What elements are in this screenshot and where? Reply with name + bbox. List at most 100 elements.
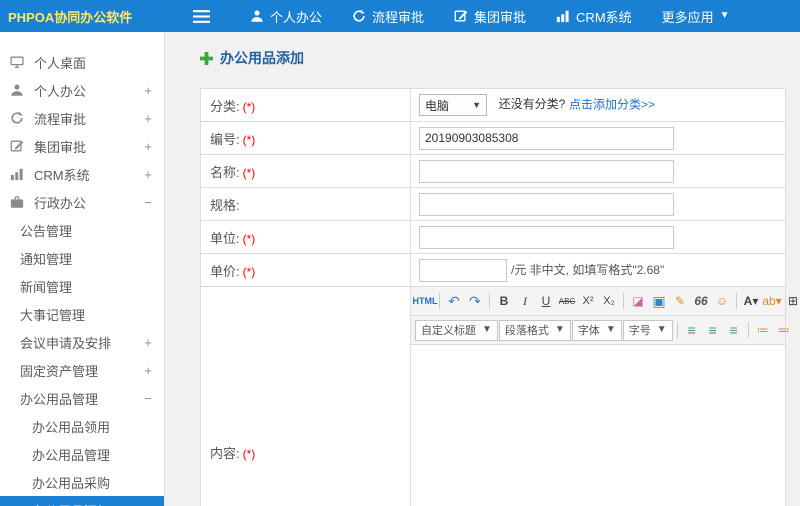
content-value-cell: HTML ↶ ↷ B I U ABC X² X₂ ◪ ▣ ✎ 66 ☺ A▾ a… [410,286,798,506]
spec-value-cell [410,187,786,221]
emoticon-icon[interactable]: ☺ [712,291,732,312]
sidebar-item-fixed-assets-mgmt[interactable]: 固定资产管理 + [0,356,164,384]
required-mark: (*) [242,446,256,461]
format-painter-icon[interactable]: ✎ [670,291,690,312]
hamburger-icon [193,9,210,23]
number-label-cell: 编号: (*) [200,121,411,155]
sidebar-item-office-supplies-mgmt[interactable]: 办公用品管理 − [0,384,164,412]
align-left-icon[interactable]: ≡ [682,320,702,341]
form-row-content: 内容: (*) HTML ↶ ↷ B I U ABC X² X₂ ◪ ▣ ✎ 6… [200,286,798,506]
nav-workflow-approval[interactable]: 流程审批 [352,7,424,26]
flow-icon [10,111,25,125]
price-label-cell: 单价: (*) [200,253,411,287]
spec-label-cell: 规格: [200,187,411,221]
align-right-icon[interactable]: ≡ [724,320,744,341]
nav-personal-office[interactable]: 个人办公 [250,7,322,26]
html-source-button[interactable]: HTML [413,291,438,312]
sidebar-item-meeting-mgmt[interactable]: 会议申请及安排 + [0,328,164,356]
required-mark: (*) [242,231,256,246]
sidebar-item-supplies-receive[interactable]: 办公用品领用 [0,412,164,440]
sidebar-item-personal-desktop[interactable]: 个人桌面 [0,48,164,76]
undo-icon[interactable]: ↶ [444,291,464,312]
sidebar-item-personal-office[interactable]: 个人办公 + [0,76,164,104]
sidebar-item-notice-mgmt[interactable]: 通知管理 [0,244,164,272]
price-value-cell: /元 非中文, 如填写格式"2.68" [410,253,786,287]
subscript-button[interactable]: X₂ [599,291,619,312]
toolbar-separator [736,293,737,309]
align-center-icon[interactable]: ≡ [703,320,723,341]
form-row-name: 名称: (*) [200,154,786,188]
nav-group-approval[interactable]: 集团审批 [454,7,526,26]
sidebar-item-label: 大事记管理 [20,307,86,323]
sidebar-item-workflow-approval[interactable]: 流程审批 + [0,104,164,132]
sidebar-item-news-mgmt[interactable]: 新闻管理 [0,272,164,300]
sidebar-item-supplies-purchase[interactable]: 办公用品采购 [0,468,164,496]
bold-button[interactable]: B [494,291,514,312]
sidebar-item-admin-office[interactable]: 行政办公 − [0,188,164,216]
sidebar-item-label: 固定资产管理 [20,363,99,379]
sidebar-item-label: 流程审批 [34,111,87,127]
sidebar-item-label: CRM系统 [34,167,90,183]
sidebar-item-label: 办公用品采购 [32,475,111,491]
expand-toggle[interactable]: + [144,83,152,98]
expand-toggle[interactable]: + [144,363,152,378]
sidebar-item-label: 集团审批 [34,139,87,155]
edit-icon [454,9,468,23]
form-row-price: 单价: (*) /元 非中文, 如填写格式"2.68" [200,253,786,287]
nav-label: 更多应用 [661,9,714,25]
name-value-cell [410,154,786,188]
sidebar: 个人桌面 个人办公 + 流程审批 + 集团审批 + CRM系统 + 行政办公 − [0,32,165,506]
unordered-list-icon[interactable]: ≔ [753,320,773,341]
number-input[interactable] [419,126,674,150]
sidebar-item-label: 办公用品领用 [32,419,111,435]
expand-toggle[interactable]: + [144,335,152,350]
unit-input[interactable] [419,225,674,249]
name-input[interactable] [419,159,674,183]
font-family-select-value: 字体 [577,325,600,337]
menu-icon[interactable] [193,9,210,23]
collapse-toggle[interactable]: − [144,195,152,210]
underline-button[interactable]: U [536,291,556,312]
paragraph-format-select[interactable]: 段落格式 ▼ [498,319,571,341]
paste-icon[interactable]: ▣ [649,291,669,312]
remove-format-icon[interactable]: ◪ [628,291,648,312]
sidebar-item-label: 办公用品添加 [32,501,110,506]
blockquote-button[interactable]: 66 [691,291,711,312]
collapse-toggle[interactable]: − [144,391,152,406]
chart-icon [556,9,570,23]
ordered-list-icon[interactable]: ≕ [774,320,794,341]
highlight-color-button[interactable]: ab▾ [762,291,782,312]
category-select[interactable]: 电脑 ▼ [419,94,487,116]
table-icon[interactable]: ⊞ [783,291,800,312]
sidebar-item-events-mgmt[interactable]: 大事记管理 [0,300,164,328]
expand-toggle[interactable]: + [144,111,152,126]
nav-label: 集团审批 [474,9,527,25]
nav-more-apps[interactable]: 更多应用 ▼ [662,7,730,26]
add-plus-icon [200,51,213,65]
sidebar-item-group-approval[interactable]: 集团审批 + [0,132,164,160]
spec-input[interactable] [419,192,674,216]
italic-button[interactable]: I [515,291,535,312]
sidebar-item-supplies-manage[interactable]: 办公用品管理 [0,440,164,468]
expand-toggle[interactable]: + [144,139,152,154]
strikethrough-button[interactable]: ABC [557,291,577,312]
price-input[interactable] [419,258,507,282]
caret-down-icon: ▼ [482,324,492,335]
add-category-link[interactable]: 点击添加分类>> [569,97,655,111]
content-label: 内容: [210,445,240,461]
sidebar-item-crm-system[interactable]: CRM系统 + [0,160,164,188]
sidebar-item-supplies-add[interactable]: 办公用品添加 [0,496,164,506]
sidebar-item-announcement-mgmt[interactable]: 公告管理 [0,216,164,244]
editor-content-area[interactable] [411,345,785,506]
toolbar-separator [439,293,440,309]
redo-icon[interactable]: ↷ [465,291,485,312]
superscript-button[interactable]: X² [578,291,598,312]
page-title: 办公用品添加 [200,48,800,68]
custom-title-select[interactable]: 自定义标题 ▼ [415,319,498,341]
font-color-button[interactable]: A▾ [741,291,761,312]
custom-title-select-value: 自定义标题 [421,325,476,337]
font-family-select[interactable]: 字体 ▼ [571,319,622,341]
font-size-select[interactable]: 字号 ▼ [622,319,673,341]
nav-crm-system[interactable]: CRM系统 [556,7,632,26]
expand-toggle[interactable]: + [144,167,152,182]
